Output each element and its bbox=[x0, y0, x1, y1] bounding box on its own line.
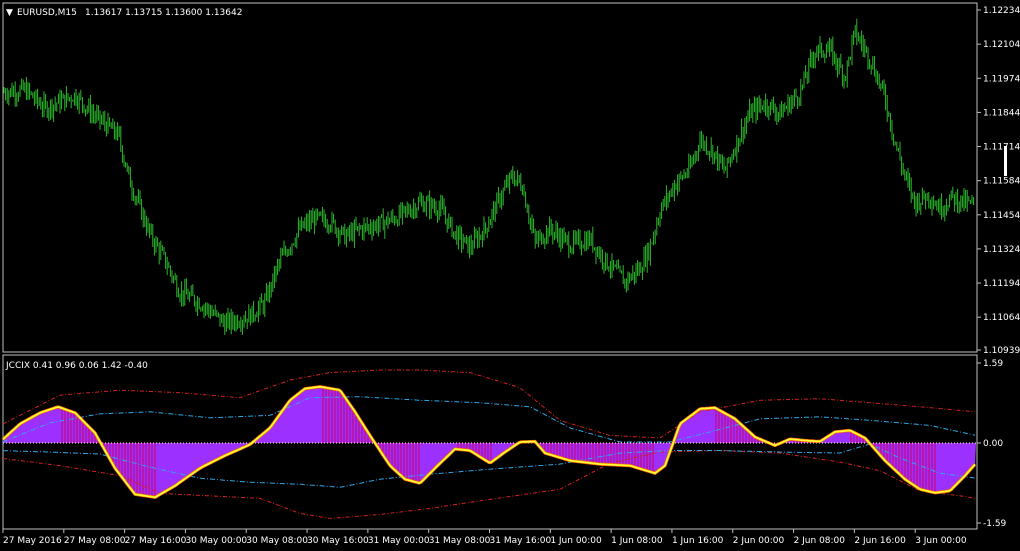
chart-window: ▼ EURUSD,M15 1.13617 1.13715 1.13600 1.1… bbox=[0, 0, 1020, 551]
price-tick-label: 1.12104 bbox=[983, 40, 1020, 50]
time-tick-label: 1 Jun 16:00 bbox=[672, 536, 724, 546]
time-tick-label: 1 Jun 08:00 bbox=[611, 536, 663, 546]
price-tick-label: 1.11844 bbox=[983, 108, 1020, 118]
indicator-label: JCCIX 0.41 0.96 0.06 1.42 -0.40 bbox=[5, 361, 148, 371]
time-tick-label: 31 May 08:00 bbox=[429, 536, 491, 546]
price-tick-label: 1.10939 bbox=[983, 346, 1020, 356]
time-tick-label: 31 May 00:00 bbox=[368, 536, 430, 546]
time-tick-label: 30 May 08:00 bbox=[246, 536, 308, 546]
price-tick-label: 1.11194 bbox=[983, 279, 1020, 289]
time-tick-label: 30 May 16:00 bbox=[307, 536, 369, 546]
price-tick-label: 1.11584 bbox=[983, 177, 1020, 187]
time-tick-label: 27 May 2016 bbox=[3, 536, 62, 546]
time-tick-label: 2 Jun 00:00 bbox=[733, 536, 785, 546]
time-tick-label: 1 Jun 00:00 bbox=[550, 536, 602, 546]
time-tick-label: 27 May 16:00 bbox=[125, 536, 187, 546]
time-tick-label: 27 May 08:00 bbox=[64, 536, 126, 546]
header-marker-icon[interactable]: ▼ bbox=[6, 8, 13, 18]
ohlc-values: 1.13617 1.13715 1.13600 1.13642 bbox=[85, 8, 242, 18]
time-tick-label: 30 May 00:00 bbox=[185, 536, 247, 546]
indicator-tick-label: 1.59 bbox=[983, 359, 1003, 369]
time-tick-label: 2 Jun 08:00 bbox=[794, 536, 846, 546]
indicator-tick-label: 0.00 bbox=[983, 439, 1003, 449]
symbol-label: EURUSD,M15 bbox=[17, 8, 77, 18]
price-tick-label: 1.12234 bbox=[983, 6, 1020, 16]
time-tick-label: 31 May 16:00 bbox=[490, 536, 552, 546]
price-tick-label: 1.11714 bbox=[983, 143, 1020, 153]
time-tick-label: 3 Jun 00:00 bbox=[915, 536, 967, 546]
price-tick-label: 1.11974 bbox=[983, 74, 1020, 84]
indicator-tick-label: -1.59 bbox=[983, 519, 1007, 529]
time-tick-label: 2 Jun 16:00 bbox=[854, 536, 906, 546]
price-tick-label: 1.11064 bbox=[983, 313, 1020, 323]
price-tick-label: 1.11324 bbox=[983, 245, 1020, 255]
price-tick-label: 1.11454 bbox=[983, 211, 1020, 221]
